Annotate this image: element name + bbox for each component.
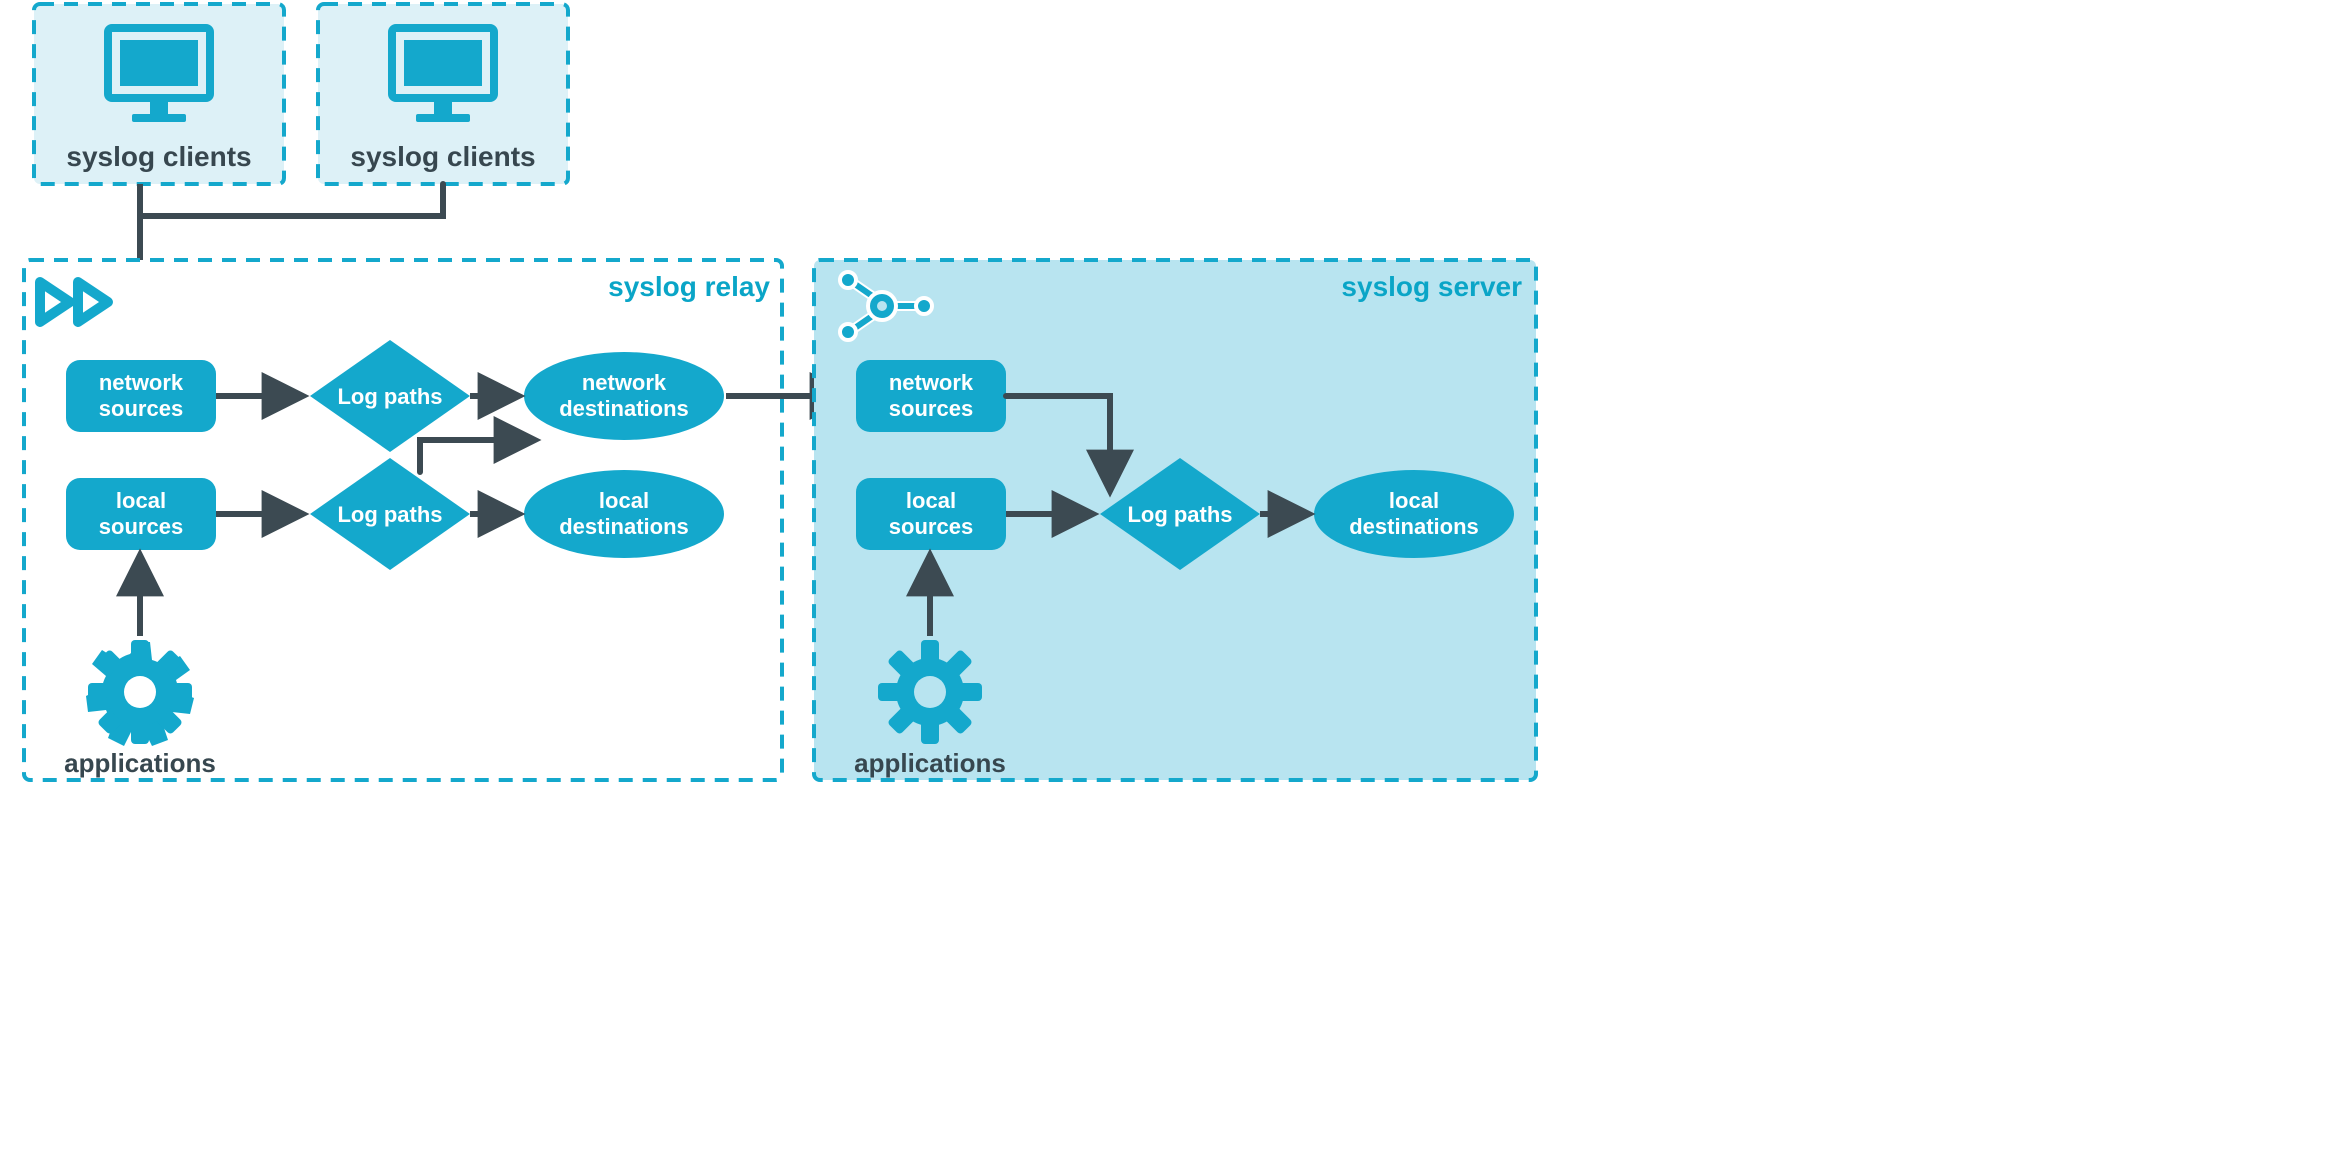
svg-text:Log paths: Log paths (337, 502, 442, 527)
relay-applications-label: applications (64, 748, 216, 778)
client-connector (140, 184, 443, 216)
syslog-relay-panel: syslog relay networksources localsources… (24, 260, 782, 780)
syslog-client-right-label: syslog clients (350, 141, 535, 172)
server-applications-label: applications (854, 748, 1006, 778)
svg-text:networksources: networksources (99, 370, 184, 421)
relay-network-destinations: networkdestinations (524, 352, 724, 440)
gear-icon (878, 640, 982, 744)
svg-text:Log paths: Log paths (1127, 502, 1232, 527)
syslog-client-box-left: syslog clients (34, 4, 284, 184)
syslog-client-left-label: syslog clients (66, 141, 251, 172)
syslog-client-box-right: syslog clients (318, 4, 568, 184)
svg-text:Log paths: Log paths (337, 384, 442, 409)
syslog-server-panel: syslog server networksources localsource… (814, 260, 1536, 780)
relay-local-destinations: localdestinations (524, 470, 724, 558)
relay-local-sources: localsources (66, 478, 216, 550)
svg-text:networksources: networksources (889, 370, 974, 421)
syslog-relay-title: syslog relay (608, 271, 770, 302)
syslog-server-title: syslog server (1341, 271, 1522, 302)
server-network-sources: networksources (856, 360, 1006, 432)
server-local-sources: localsources (856, 478, 1006, 550)
gear-icon (88, 640, 192, 744)
relay-network-sources: networksources (66, 360, 216, 432)
syslog-architecture-diagram: syslog clients syslog clients syslog rel… (0, 0, 1552, 790)
server-local-destinations: localdestinations (1314, 470, 1514, 558)
